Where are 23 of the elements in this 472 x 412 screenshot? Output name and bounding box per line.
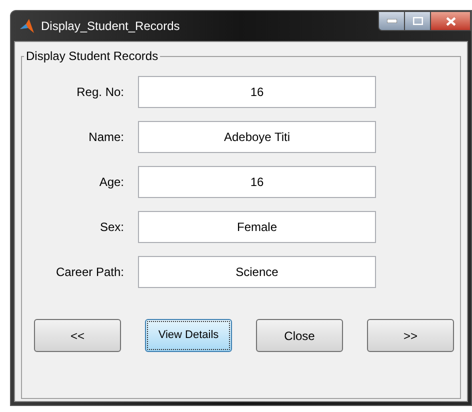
window-title: Display_Student_Records bbox=[41, 18, 180, 35]
field-label: Reg. No: bbox=[76, 84, 125, 101]
field-label: Sex: bbox=[98, 219, 125, 236]
maximize-button[interactable] bbox=[405, 11, 431, 31]
close-icon bbox=[446, 16, 456, 26]
maximize-icon bbox=[412, 17, 422, 25]
field-label: Age: bbox=[98, 174, 125, 191]
text-field[interactable]: 16 bbox=[138, 166, 376, 198]
text-field[interactable]: Science bbox=[138, 256, 376, 288]
group-title: Display Student Records bbox=[24, 48, 160, 64]
push-button[interactable]: << bbox=[34, 319, 121, 352]
text-field[interactable]: 16 bbox=[138, 76, 376, 108]
field-label: Name: bbox=[88, 129, 125, 146]
push-button[interactable]: >> bbox=[367, 319, 454, 352]
push-button[interactable]: Close bbox=[256, 319, 343, 352]
text-field[interactable]: Female bbox=[138, 211, 376, 243]
minimize-button[interactable] bbox=[378, 11, 405, 31]
close-button[interactable] bbox=[431, 11, 471, 31]
field-label: Career Path: bbox=[54, 264, 125, 281]
text-field[interactable]: Adeboye Titi bbox=[138, 121, 376, 153]
app-icon bbox=[19, 18, 35, 34]
push-button[interactable]: View Details bbox=[145, 319, 232, 352]
minimize-icon bbox=[386, 19, 396, 23]
